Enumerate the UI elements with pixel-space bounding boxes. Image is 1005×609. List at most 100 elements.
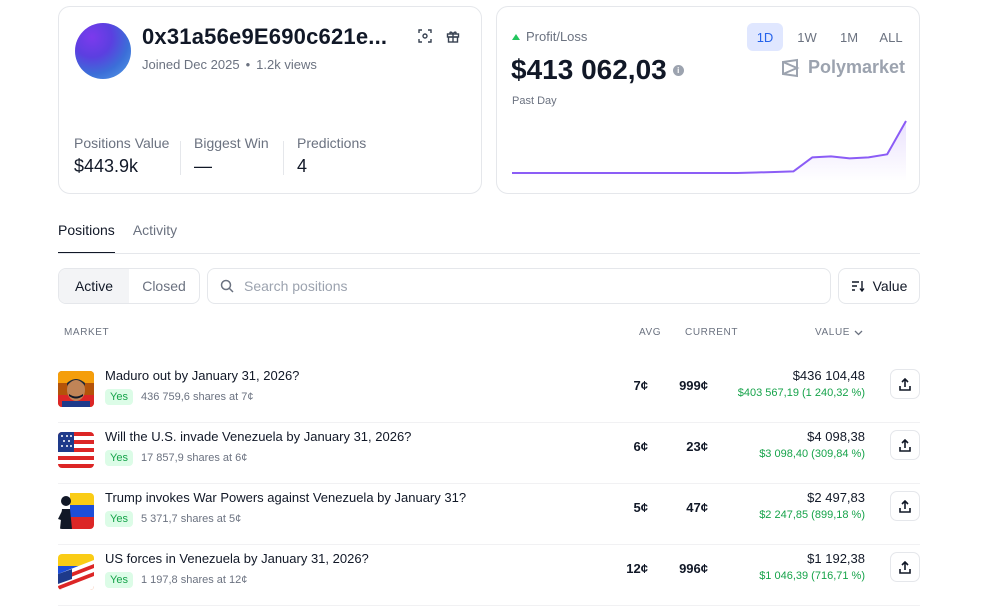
joined-date: Joined Dec 2025 — [142, 57, 240, 72]
market-thumbnail — [58, 554, 94, 590]
filter-active[interactable]: Active — [59, 269, 129, 303]
current-price: 23¢ — [686, 439, 708, 454]
range-tab-1m[interactable]: 1M — [831, 23, 867, 51]
outcome-badge: Yes — [105, 450, 133, 466]
avg-price: 6¢ — [633, 439, 648, 454]
market-title[interactable]: Will the U.S. invade Venezuela by Januar… — [105, 429, 411, 444]
range-tab-all[interactable]: ALL — [873, 23, 909, 51]
info-icon[interactable]: i — [672, 64, 684, 76]
col-header-avg[interactable]: AVG — [639, 327, 661, 338]
separator-dot: • — [245, 57, 251, 72]
filter-closed[interactable]: Closed — [129, 269, 199, 303]
profile-tabs: Positions Activity — [58, 222, 177, 254]
table-row[interactable]: Trump invokes War Powers against Venezue… — [58, 484, 920, 545]
position-value: $2 497,83 — [807, 490, 865, 505]
stat-divider — [180, 141, 181, 175]
table-row[interactable]: Will the U.S. invade Venezuela by Januar… — [58, 423, 920, 484]
position-details: Yes 5 371,7 shares at 5¢ — [105, 511, 241, 527]
current-price: 999¢ — [679, 378, 708, 393]
stat-positions-value: Positions Value $443.9k — [74, 135, 169, 177]
market-thumbnail — [58, 432, 94, 468]
share-button[interactable] — [890, 491, 920, 521]
position-details: Yes 17 857,9 shares at 6¢ — [105, 450, 247, 466]
profile-stats: Positions Value $443.9k Biggest Win — Pr… — [59, 135, 481, 179]
market-title[interactable]: Maduro out by January 31, 2026? — [105, 368, 299, 383]
wallet-address[interactable]: 0x31a56e9E690c621e... — [142, 24, 387, 50]
outcome-badge: Yes — [105, 511, 133, 527]
market-thumbnail — [58, 371, 94, 407]
stat-divider — [283, 141, 284, 175]
chevron-down-icon — [854, 330, 863, 335]
sort-button[interactable]: Value — [838, 268, 920, 304]
outcome-badge: Yes — [105, 389, 133, 405]
current-price: 47¢ — [686, 500, 708, 515]
stat-value: — — [194, 156, 212, 176]
share-count: 17 857,9 shares at 6¢ — [140, 452, 248, 464]
upload-icon — [899, 560, 911, 574]
col-header-value[interactable]: VALUE — [815, 327, 863, 338]
upload-icon — [899, 377, 911, 391]
sort-label: Value — [872, 278, 908, 294]
pnl-label: Profit/Loss — [512, 29, 587, 44]
range-tab-1d[interactable]: 1D — [747, 23, 783, 51]
outcome-badge: Yes — [105, 572, 133, 588]
brand: Polymarket — [780, 57, 905, 78]
stat-value: 4 — [297, 156, 308, 176]
position-value: $1 192,38 — [807, 551, 865, 566]
share-count: 1 197,8 shares at 12¢ — [140, 574, 248, 586]
pnl-amount: $413 062,03 — [511, 54, 667, 85]
market-title[interactable]: US forces in Venezuela by January 31, 20… — [105, 551, 369, 566]
avg-price: 5¢ — [633, 500, 648, 515]
table-row[interactable]: US forces in Venezuela by January 31, 20… — [58, 545, 920, 606]
stat-label: Positions Value — [74, 135, 170, 151]
polymarket-logo-icon — [781, 58, 800, 77]
position-gain: $3 098,40 (309,84 %) — [759, 448, 865, 460]
sort-icon — [851, 281, 865, 292]
pnl-chart — [512, 120, 907, 181]
avatar[interactable] — [75, 23, 131, 79]
avg-price: 7¢ — [633, 378, 648, 393]
stat-label: Predictions — [297, 135, 367, 151]
market-title[interactable]: Trump invokes War Powers against Venezue… — [105, 490, 466, 505]
scan-icon[interactable] — [416, 27, 434, 45]
position-gain: $403 567,19 (1 240,32 %) — [737, 387, 865, 399]
profile-meta: Joined Dec 2025 • 1.2k views — [142, 57, 317, 72]
profile-card: 0x31a56e9E690c621e... Joined Dec 2025 • 1.… — [58, 6, 482, 194]
upload-icon — [899, 499, 911, 513]
share-button[interactable] — [890, 430, 920, 460]
up-triangle-icon — [512, 33, 520, 40]
market-thumbnail — [58, 493, 94, 529]
share-button[interactable] — [890, 552, 920, 582]
status-filter: Active Closed — [58, 268, 200, 304]
position-gain: $2 247,85 (899,18 %) — [759, 509, 865, 521]
search-input[interactable] — [244, 278, 804, 294]
pnl-card: Profit/Loss $413 062,03 i Past Day 1D 1W… — [496, 6, 920, 194]
col-header-current[interactable]: CURRENT — [685, 327, 738, 338]
stat-label: Biggest Win — [194, 135, 269, 151]
range-tabs: 1D 1W 1M ALL — [747, 23, 909, 51]
upload-icon — [899, 438, 911, 452]
brand-name: Polymarket — [807, 57, 905, 77]
pnl-period: Past Day — [512, 95, 557, 107]
position-details: Yes 1 197,8 shares at 12¢ — [105, 572, 247, 588]
range-tab-1w[interactable]: 1W — [789, 23, 825, 51]
share-count: 436 759,6 shares at 7¢ — [140, 391, 254, 403]
view-count: 1.2k views — [256, 57, 317, 72]
tab-positions[interactable]: Positions — [58, 222, 115, 254]
pnl-value: $413 062,03 i — [511, 54, 684, 86]
search-box — [207, 268, 831, 304]
position-value: $436 104,48 — [792, 368, 865, 383]
position-gain: $1 046,39 (716,71 %) — [759, 570, 865, 582]
col-header-value-label: VALUE — [815, 327, 851, 338]
table-row[interactable]: Maduro out by January 31, 2026? Yes 436 … — [58, 362, 920, 423]
gift-icon[interactable] — [444, 27, 462, 45]
tabs-divider — [58, 253, 920, 254]
share-button[interactable] — [890, 369, 920, 399]
avg-price: 12¢ — [626, 561, 648, 576]
stat-predictions: Predictions 4 — [297, 135, 366, 177]
current-price: 996¢ — [679, 561, 708, 576]
tab-activity[interactable]: Activity — [133, 222, 177, 254]
position-value: $4 098,38 — [807, 429, 865, 444]
pnl-label-text: Profit/Loss — [526, 29, 588, 44]
search-icon — [220, 279, 234, 293]
